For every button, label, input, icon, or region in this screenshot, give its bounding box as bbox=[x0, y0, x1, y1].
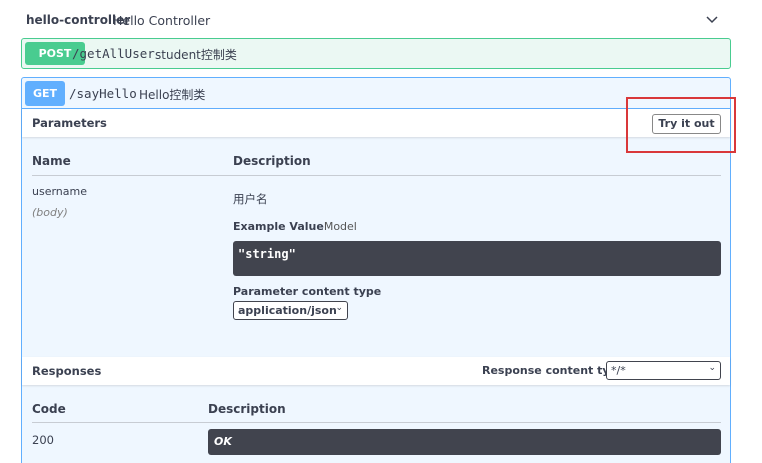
example-value-code: "string" bbox=[233, 241, 721, 276]
operation-get-sayhello: GET /sayHello Hello控制类 Parameters Try it… bbox=[21, 77, 731, 463]
operation-path: /getAllUser bbox=[72, 46, 155, 61]
responses-title: Responses bbox=[32, 364, 102, 378]
param-location: (body) bbox=[32, 206, 68, 219]
parameters-title: Parameters bbox=[32, 116, 107, 130]
example-value-tab[interactable]: Example Value bbox=[233, 220, 324, 233]
responses-header: Responses Response content type */* ⌄ bbox=[22, 357, 730, 385]
tag-header[interactable]: hello-controller Hello Controller bbox=[0, 0, 762, 38]
chevron-down-icon: ⌄ bbox=[335, 303, 343, 313]
param-content-type-select[interactable]: application/json ⌄ bbox=[233, 301, 348, 320]
operation-summary-bar[interactable]: GET /sayHello Hello控制类 bbox=[22, 78, 730, 109]
param-header-description: Description bbox=[233, 154, 311, 168]
operation-path: /sayHello bbox=[69, 86, 137, 101]
response-code: 200 bbox=[32, 433, 54, 447]
try-it-out-button[interactable]: Try it out bbox=[652, 114, 721, 134]
example-model-tabs: Example ValueModel bbox=[233, 220, 357, 233]
response-content-type-label: Response content type bbox=[482, 364, 625, 377]
param-description: 用户名 bbox=[233, 192, 268, 206]
tag-description: Hello Controller bbox=[113, 13, 211, 28]
operation-summary: student控制类 bbox=[155, 48, 237, 62]
chevron-down-icon: ⌄ bbox=[708, 363, 716, 373]
response-header-code: Code bbox=[32, 402, 66, 416]
method-badge-get: GET bbox=[25, 81, 65, 106]
param-content-type-label: Parameter content type bbox=[233, 285, 382, 298]
param-name: username bbox=[32, 185, 87, 198]
chevron-down-icon[interactable] bbox=[704, 11, 720, 27]
response-content-type-select[interactable]: */* ⌄ bbox=[606, 361, 721, 380]
response-content-type-value: */* bbox=[611, 364, 626, 377]
model-tab[interactable]: Model bbox=[324, 220, 357, 233]
response-header-description: Description bbox=[208, 402, 286, 416]
operation-post-getalluser[interactable]: POST /getAllUser student控制类 bbox=[21, 38, 731, 69]
response-description: OK bbox=[208, 429, 721, 455]
operation-summary: Hello控制类 bbox=[139, 88, 206, 102]
param-content-type-value: application/json bbox=[238, 304, 337, 317]
param-header-name: Name bbox=[32, 154, 71, 168]
divider bbox=[32, 422, 721, 423]
divider bbox=[32, 175, 721, 176]
parameters-header: Parameters bbox=[22, 109, 730, 137]
